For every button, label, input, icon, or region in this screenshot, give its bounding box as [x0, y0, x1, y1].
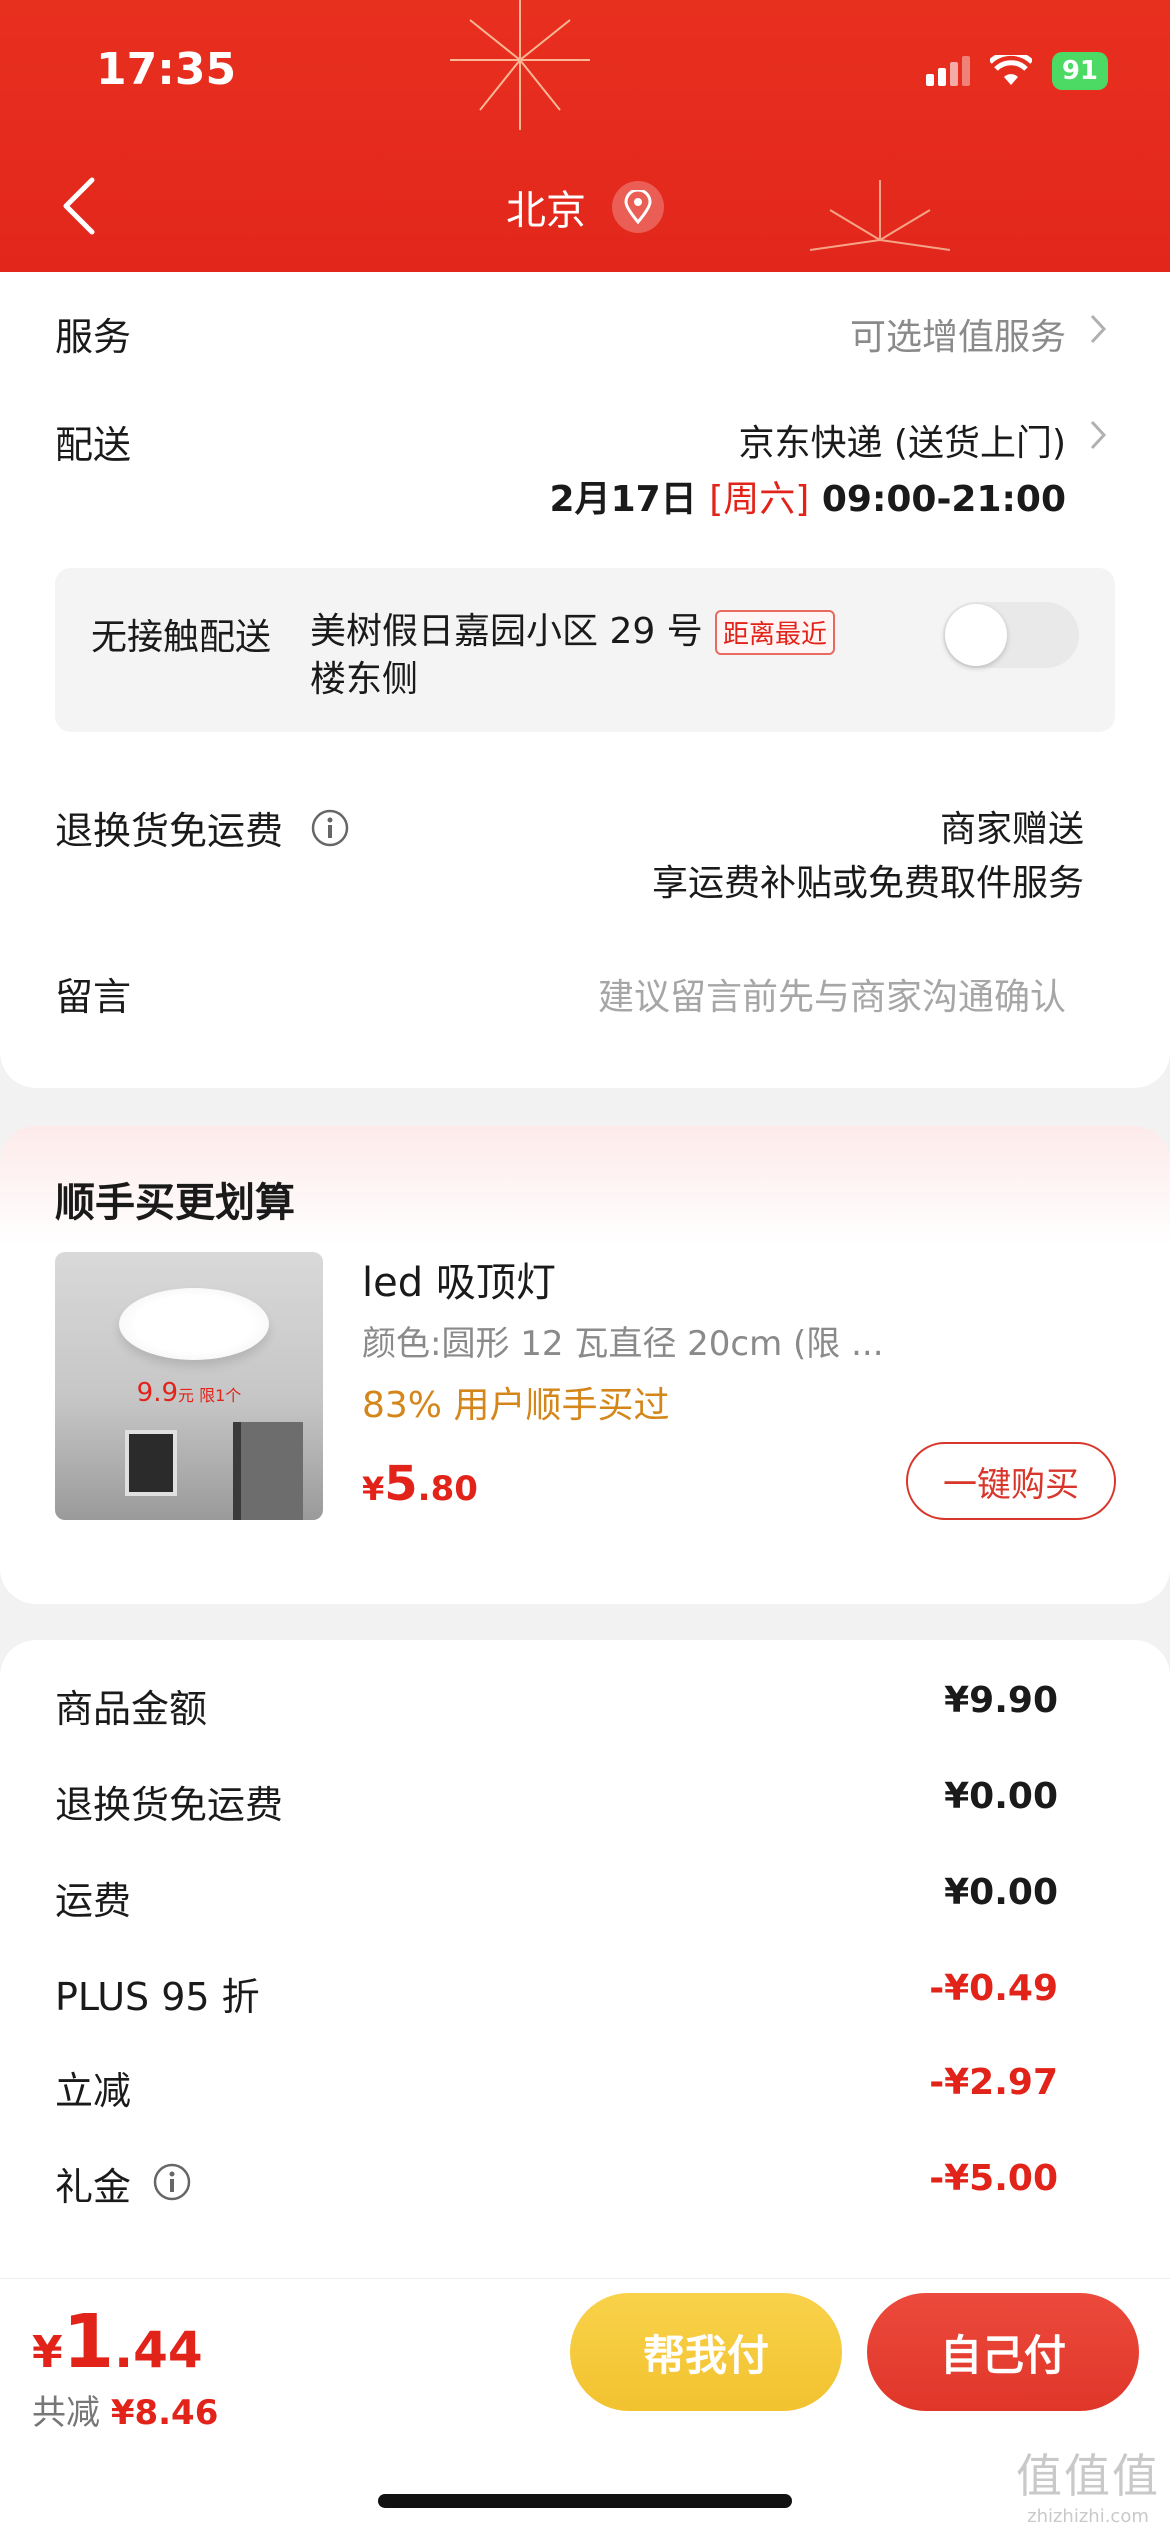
return-shipping-desc: 享运费补贴或免费取件服务	[651, 863, 1084, 904]
info-icon[interactable]	[310, 808, 350, 848]
wall-frame-shape	[125, 1430, 177, 1496]
delivery-time-range: 09:00-21:00	[821, 479, 1066, 520]
status-icons: 91	[925, 52, 1108, 90]
summary-value: ¥0.00	[944, 1776, 1058, 1817]
service-label: 服务	[55, 315, 132, 359]
summary-label: 立减	[55, 2069, 132, 2113]
summary-value: -¥2.97	[929, 2062, 1058, 2103]
firework-decoration	[450, 0, 590, 130]
nearest-tag: 距离最近	[715, 610, 836, 655]
upsell-card: 顺手买更划算 9.9元 限1个 led 吸顶灯 颜色:圆形 12 瓦直径 20c…	[0, 1126, 1170, 1604]
product-spec: 颜色:圆形 12 瓦直径 20cm (限 ...	[362, 1324, 884, 1364]
total-savings: 共减 ¥8.46	[32, 2393, 219, 2433]
image-price-tag: 9.9元 限1个	[136, 1378, 242, 1408]
order-options-card: 服务 可选增值服务 配送 京东快递 (送货上门) 2月17日 [周六] 09:0…	[0, 272, 1170, 1088]
contactless-label: 无接触配送	[91, 617, 272, 658]
city-selector[interactable]: 北京	[0, 178, 1170, 236]
battery-icon: 91	[1051, 52, 1108, 90]
wifi-icon	[989, 55, 1032, 85]
product-name[interactable]: led 吸顶灯	[362, 1250, 556, 1308]
signal-icon	[925, 56, 970, 86]
product-price: ¥5.80	[362, 1456, 478, 1512]
toggle-knob	[945, 604, 1007, 666]
total-price: ¥1.44	[32, 2299, 203, 2385]
message-input[interactable]: 建议留言前先与商家沟通确认	[598, 968, 1066, 1020]
city-name: 北京	[506, 188, 586, 234]
chevron-right-icon[interactable]	[1088, 418, 1108, 452]
return-shipping-label: 退换货免运费	[55, 809, 284, 853]
location-pin-icon[interactable]	[612, 181, 664, 233]
message-label: 留言	[55, 975, 132, 1019]
summary-label: PLUS 95 折	[55, 1975, 260, 2019]
header-banner: 17:35 91 北京	[0, 0, 1170, 272]
one-click-buy-button[interactable]: 一键购买	[906, 1442, 1116, 1520]
summary-value: ¥9.90	[944, 1680, 1058, 1721]
home-indicator[interactable]	[378, 2494, 792, 2508]
service-value[interactable]: 可选增值服务	[850, 308, 1066, 360]
chevron-right-icon[interactable]	[1088, 312, 1108, 346]
return-shipping-value: 商家赠送	[939, 809, 1084, 850]
delivery-date: 2月17日	[549, 479, 697, 520]
product-image[interactable]: 9.9元 限1个	[55, 1252, 323, 1520]
status-time: 17:35	[96, 44, 237, 95]
contactless-toggle[interactable]	[943, 602, 1079, 668]
upsell-title: 顺手买更划算	[55, 1180, 295, 1226]
help-me-pay-button[interactable]: 帮我付	[570, 2293, 842, 2411]
pay-myself-button[interactable]: 自己付	[867, 2293, 1139, 2411]
summary-value: -¥5.00	[929, 2158, 1058, 2199]
summary-value: -¥0.49	[929, 1968, 1058, 2009]
contactless-address: 美树假日嘉园小区 29 号楼东侧	[310, 611, 703, 700]
info-icon[interactable]	[152, 2162, 192, 2202]
delivery-method[interactable]: 京东快递 (送货上门)	[738, 414, 1066, 466]
summary-label: 退换货免运费	[55, 1783, 284, 1827]
window-shape	[233, 1422, 303, 1520]
contactless-delivery-box: 无接触配送 美树假日嘉园小区 29 号楼东侧 距离最近	[55, 568, 1115, 732]
price-summary-card: 商品金额 ¥9.90 退换货免运费 ¥0.00 运费 ¥0.00 PLUS 95…	[0, 1640, 1170, 2280]
summary-label: 商品金额	[55, 1687, 208, 1731]
product-bought-rate: 83% 用户顺手买过	[362, 1385, 670, 1426]
summary-label: 运费	[55, 1879, 132, 1923]
lamp-shape	[119, 1288, 269, 1360]
delivery-weekday: [周六]	[709, 479, 810, 520]
delivery-time[interactable]: 2月17日 [周六] 09:00-21:00	[550, 470, 1066, 522]
summary-label: 礼金	[55, 2165, 132, 2209]
watermark: 值值值 zhizhizhi.com	[1016, 2449, 1160, 2527]
summary-value: ¥0.00	[944, 1872, 1058, 1913]
delivery-label: 配送	[55, 423, 132, 467]
